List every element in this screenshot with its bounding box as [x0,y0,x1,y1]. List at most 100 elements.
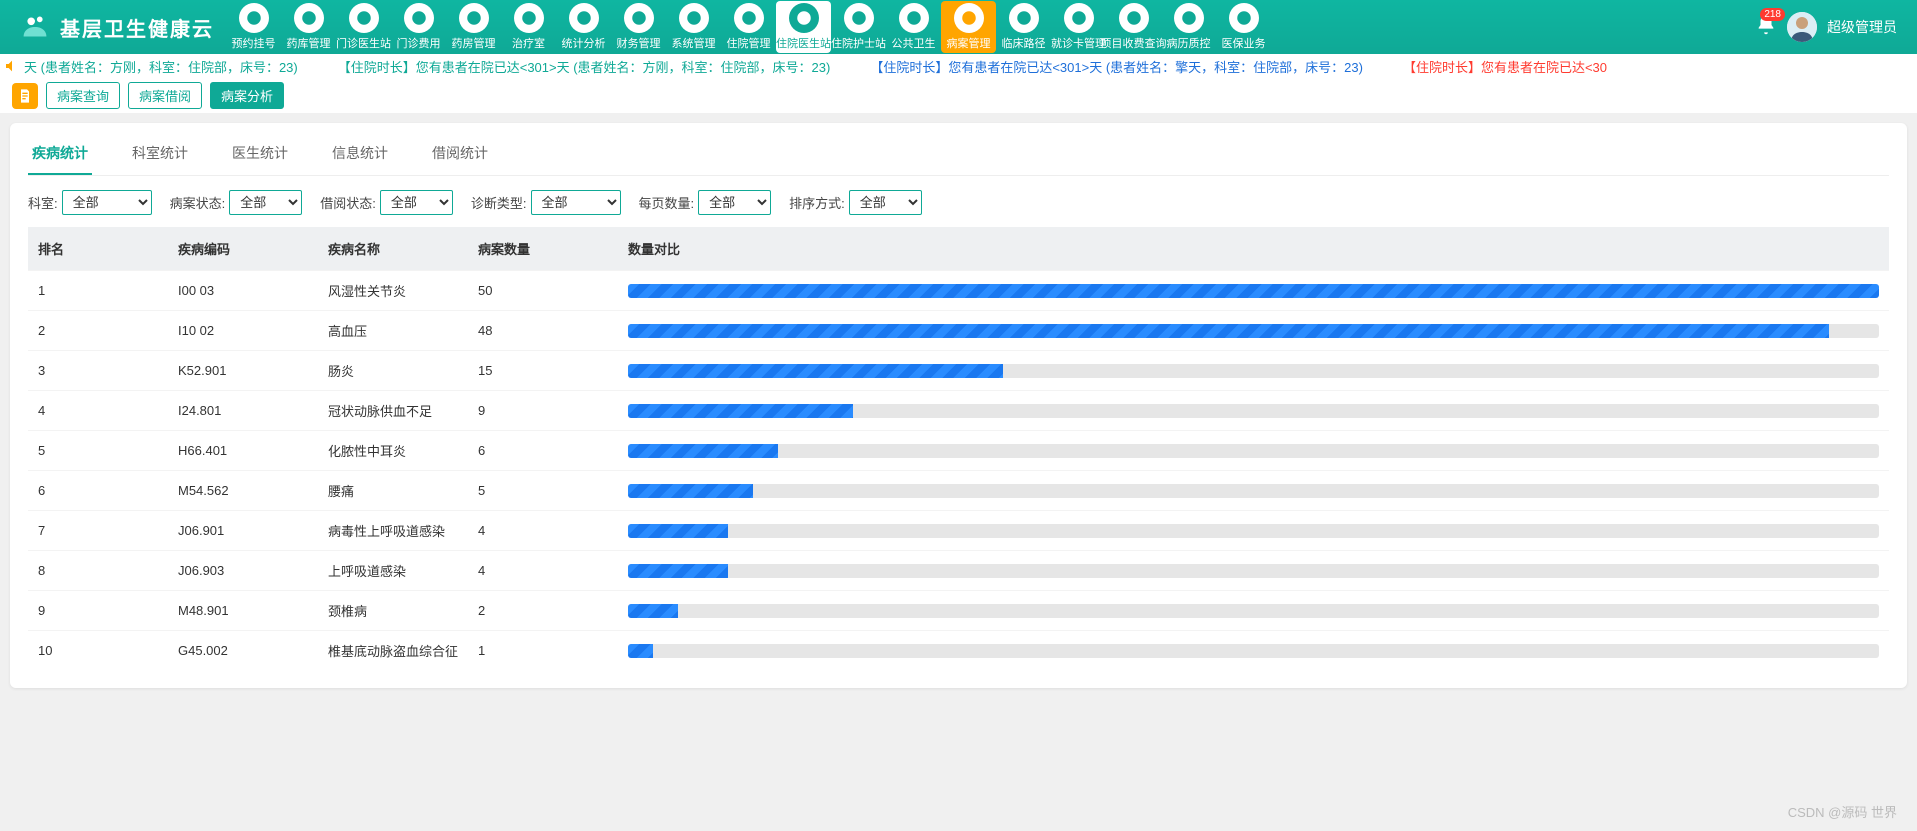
filter-diag-type: 诊断类型:全部 [471,190,621,215]
nav-label: 预约挂号 [232,35,276,51]
marquee-segment: 【住院时长】您有患者在院已达<301>天 (患者姓名：擎天，科室：住院部，床号：… [870,57,1363,76]
nav-item-6[interactable]: 统计分析 [556,1,611,53]
avatar[interactable] [1787,12,1817,42]
app-title: 基层卫生健康云 [60,13,214,42]
cell-name: 肠炎 [318,351,468,391]
marquee-segment: 【住院时长】您有患者在院已达<30 [1403,57,1607,76]
user-area: 218 超级管理员 [1743,12,1909,42]
nav-item-2[interactable]: 门诊医生站 [336,1,391,53]
nav-item-9[interactable]: 住院管理 [721,1,776,53]
nav-item-4[interactable]: 药房管理 [446,1,501,53]
nav-item-3[interactable]: 门诊费用 [391,1,446,53]
cell-name: 高血压 [318,311,468,351]
nav-icon [1229,3,1259,33]
nav-item-12[interactable]: 公共卫生 [886,1,941,53]
nav-label: 财务管理 [617,35,661,51]
nav-label: 就诊卡管理 [1051,35,1106,51]
col-bar: 数量对比 [618,227,1889,271]
nav-item-10[interactable]: 住院医生站 [776,1,831,53]
nav-label: 病案管理 [947,35,991,51]
nav-item-11[interactable]: 住院护士站 [831,1,886,53]
nav-icon [789,3,819,33]
nav-label: 公共卫生 [892,35,936,51]
nav-icon [1009,3,1039,33]
cell-rank: 3 [28,351,168,391]
inner-tab[interactable]: 疾病统计 [28,133,92,175]
topbar: 基层卫生健康云 预约挂号药库管理门诊医生站门诊费用药房管理治疗室统计分析财务管理… [0,0,1917,54]
table-row: 5H66.401化脓性中耳炎6 [28,431,1889,471]
nav-icon [514,3,544,33]
cell-code: M48.901 [168,591,318,631]
notification-bell[interactable]: 218 [1755,14,1777,41]
cell-count: 6 [468,431,618,471]
cell-bar [618,431,1889,471]
sub-tab[interactable]: 病案查询 [46,82,120,109]
doc-icon [12,83,38,109]
nav-item-5[interactable]: 治疗室 [501,1,556,53]
nav-icon [294,3,324,33]
nav-label: 病历质控 [1167,35,1211,51]
user-name: 超级管理员 [1827,17,1897,37]
cell-bar [618,511,1889,551]
cell-count: 1 [468,631,618,671]
cell-name: 腰痛 [318,471,468,511]
nav-item-8[interactable]: 系统管理 [666,1,721,53]
nav-label: 系统管理 [672,35,716,51]
nav-item-18[interactable]: 医保业务 [1216,1,1271,53]
cell-name: 上呼吸道感染 [318,551,468,591]
nav-item-14[interactable]: 临床路径 [996,1,1051,53]
analysis-panel: 疾病统计科室统计医生统计信息统计借阅统计 科室:全部 病案状态:全部 借阅状态:… [10,123,1907,688]
marquee-segment: 【住院时长】您有患者在院已达<301>天 (患者姓名：方刚，科室：住院部，床号：… [338,57,831,76]
sub-tab[interactable]: 病案借阅 [128,82,202,109]
col-rank: 排名 [28,227,168,271]
sub-tab[interactable]: 病案分析 [210,82,284,109]
nav-item-0[interactable]: 预约挂号 [226,1,281,53]
nav-label: 药房管理 [452,35,496,51]
page-size-select[interactable]: 全部 [698,190,771,215]
nav-icon [569,3,599,33]
nav-label: 医保业务 [1222,35,1266,51]
horn-icon [4,58,20,74]
inner-tab[interactable]: 信息统计 [328,133,392,175]
case-state-select[interactable]: 全部 [229,190,302,215]
marquee-segment: 天 (患者姓名：方刚，科室：住院部，床号：23) [24,57,298,76]
filter-bar: 科室:全部 病案状态:全部 借阅状态:全部 诊断类型:全部 每页数量:全部 排序… [28,190,1889,215]
filter-dept: 科室:全部 [28,190,152,215]
nav-item-13[interactable]: 病案管理 [941,1,996,53]
nav-label: 住院医生站 [776,35,831,51]
notification-badge: 218 [1760,8,1785,21]
cell-count: 4 [468,511,618,551]
watermark: CSDN @源码 世界 [1788,802,1897,821]
nav-item-15[interactable]: 就诊卡管理 [1051,1,1106,53]
cell-code: J06.903 [168,551,318,591]
nav-icon [624,3,654,33]
diag-type-select[interactable]: 全部 [531,190,621,215]
cell-count: 5 [468,471,618,511]
borrow-state-select[interactable]: 全部 [380,190,453,215]
inner-tab[interactable]: 科室统计 [128,133,192,175]
filter-sort: 排序方式:全部 [789,190,922,215]
cell-bar [618,591,1889,631]
inner-tab[interactable]: 借阅统计 [428,133,492,175]
col-name: 疾病名称 [318,227,468,271]
dept-select[interactable]: 全部 [62,190,152,215]
nav-item-1[interactable]: 药库管理 [281,1,336,53]
sort-select[interactable]: 全部 [849,190,922,215]
nav-icon [679,3,709,33]
col-count: 病案数量 [468,227,618,271]
nav-item-7[interactable]: 财务管理 [611,1,666,53]
logo-icon [16,8,54,46]
cell-name: 冠状动脉供血不足 [318,391,468,431]
inner-tab[interactable]: 医生统计 [228,133,292,175]
cell-count: 9 [468,391,618,431]
nav-label: 住院管理 [727,35,771,51]
table-row: 2I10 02高血压48 [28,311,1889,351]
nav-label: 项目收费查询 [1101,35,1167,51]
nav-icon [1174,3,1204,33]
nav-icon [404,3,434,33]
nav-item-17[interactable]: 病历质控 [1161,1,1216,53]
filter-borrow-state: 借阅状态:全部 [320,190,453,215]
nav-item-16[interactable]: 项目收费查询 [1106,1,1161,53]
nav-icon [954,3,984,33]
table-row: 4I24.801冠状动脉供血不足9 [28,391,1889,431]
